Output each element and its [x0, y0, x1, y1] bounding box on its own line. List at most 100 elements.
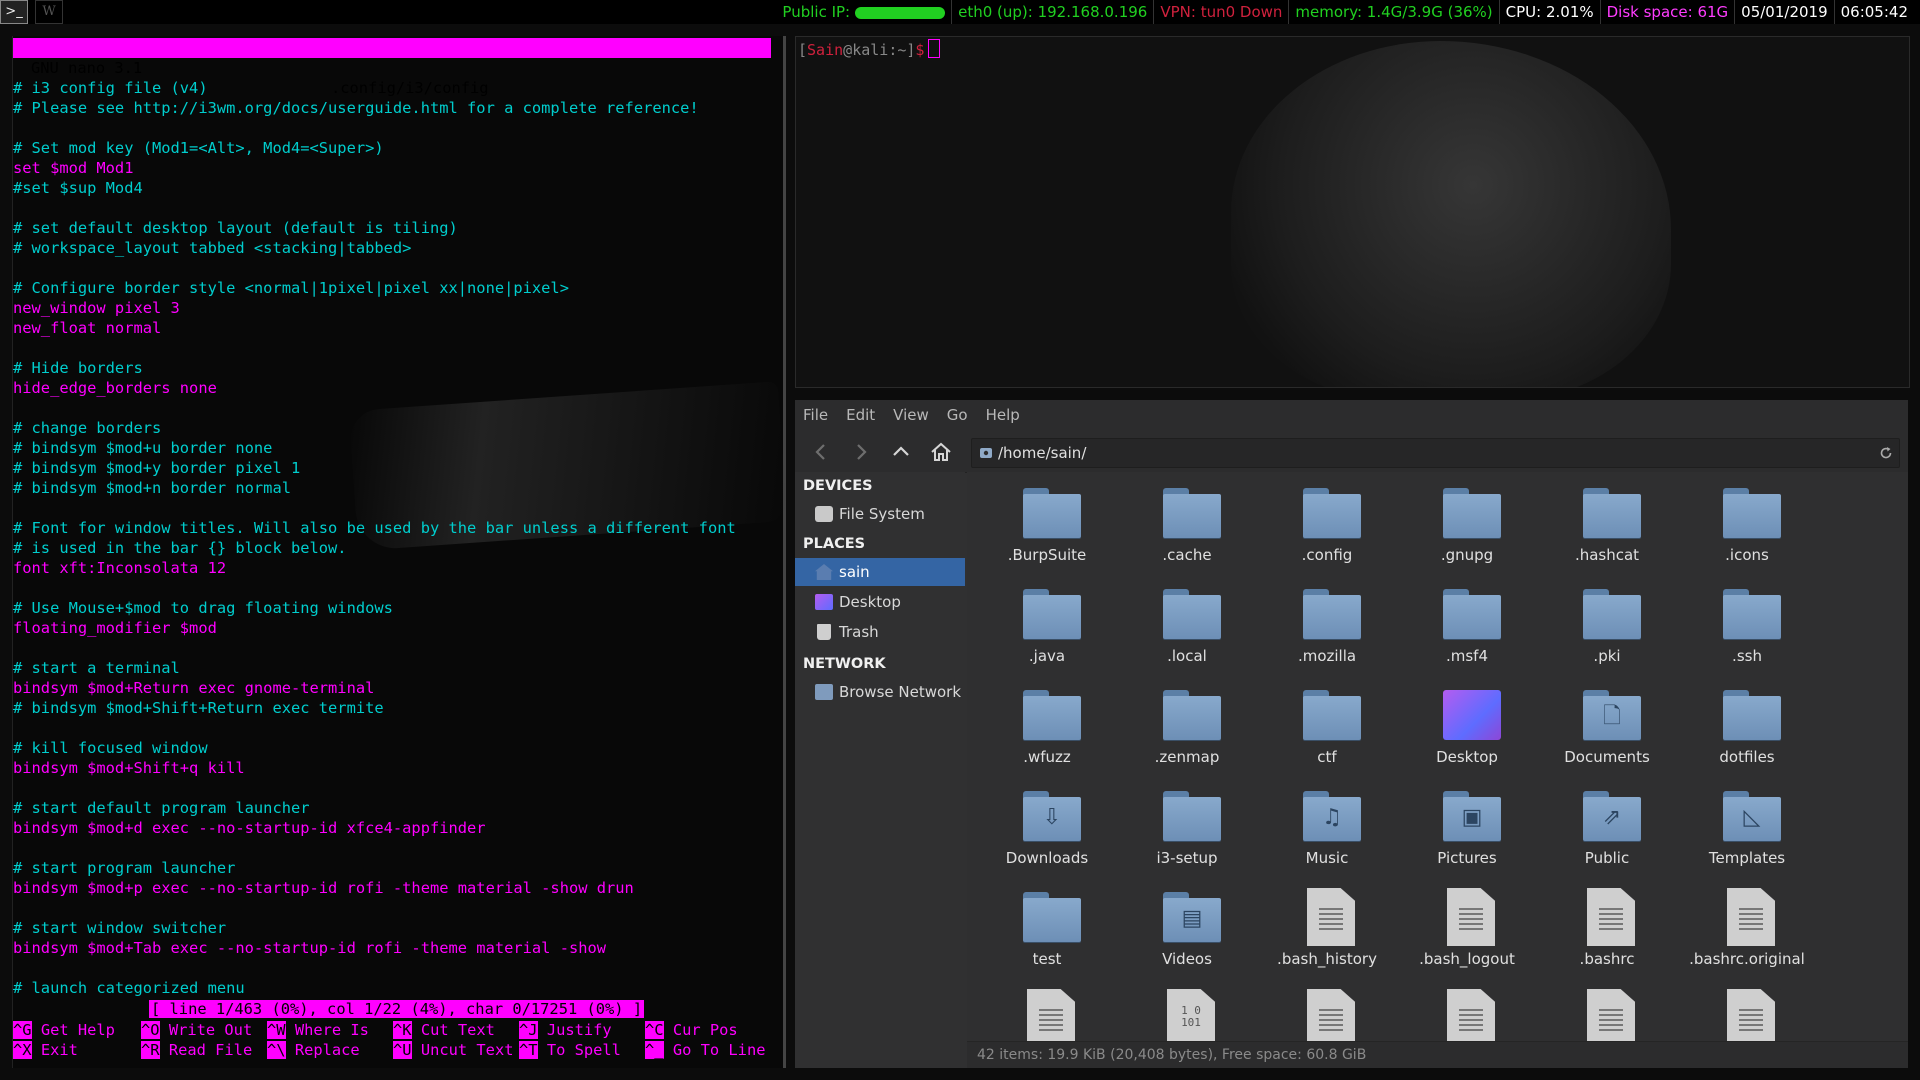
sidebar-item-browse-network[interactable]: Browse Network	[795, 678, 965, 706]
folder-icon: ◺	[1723, 791, 1781, 841]
shortcut-key: ^C	[645, 1021, 664, 1039]
shell-prompt[interactable]: [Sain@kali:~]$	[798, 39, 941, 60]
file-item[interactable]: .wfuzz	[977, 682, 1117, 782]
shortcut-key: ^\	[267, 1041, 286, 1059]
config-line	[13, 198, 783, 218]
nano-shortcut: ^C Cur Pos	[645, 1020, 738, 1040]
sidebar-item-trash[interactable]: Trash	[795, 618, 965, 646]
workspace-button-1[interactable]: >_	[0, 0, 28, 24]
workspace-button-2[interactable]: W	[35, 0, 63, 24]
file-item[interactable]: ctf	[1257, 682, 1397, 782]
config-line: bindsym $mod+Tab exec --no-startup-id ro…	[13, 939, 607, 957]
status-segments: Public IP: eth0 (up): 192.168.0.196 VPN:…	[776, 0, 1914, 24]
menu-edit[interactable]: Edit	[846, 406, 875, 424]
file-item[interactable]: .pki	[1537, 581, 1677, 681]
config-line	[13, 838, 783, 858]
eth0-status: eth0 (up): 192.168.0.196	[951, 0, 1153, 24]
text-file-icon	[1587, 888, 1635, 946]
folder-icon	[1303, 690, 1361, 740]
file-item[interactable]	[977, 985, 1117, 1042]
file-manager-window[interactable]: File Edit View Go Help /home/sain/ DEVICES F…	[795, 400, 1908, 1068]
config-line: # bindsym $mod+n border normal	[13, 479, 291, 497]
menu-file[interactable]: File	[803, 406, 828, 424]
config-line: floating_modifier $mod	[13, 619, 217, 637]
sidebar-item-sain[interactable]: sain	[795, 558, 965, 586]
file-item[interactable]: 1 0 101	[1117, 985, 1257, 1042]
file-item[interactable]	[1397, 985, 1537, 1042]
nano-editor-window[interactable]: GNU nano 3.1 .config/i3/config # i3 conf…	[12, 36, 788, 1068]
folder-icon: ⇩	[1023, 791, 1081, 841]
file-item[interactable]: .BurpSuite	[977, 480, 1117, 580]
file-item[interactable]: dotfiles	[1677, 682, 1817, 782]
file-item[interactable]: .icons	[1677, 480, 1817, 580]
file-item-label: Documents	[1564, 748, 1650, 766]
file-item[interactable]: .ssh	[1677, 581, 1817, 681]
sidebar-item-label: Browse Network	[839, 683, 962, 701]
menu-view[interactable]: View	[893, 406, 929, 424]
file-item[interactable]: i3-setup	[1117, 783, 1257, 883]
config-line: # bindsym $mod+Shift+Return exec termite	[13, 699, 384, 717]
file-item[interactable]: Desktop	[1397, 682, 1537, 782]
text-file-icon	[1027, 989, 1075, 1042]
file-item[interactable]: ⇗ Public	[1537, 783, 1677, 883]
text-file-icon	[1447, 888, 1495, 946]
file-item[interactable]: .config	[1257, 480, 1397, 580]
file-item[interactable]: .msf4	[1397, 581, 1537, 681]
file-item[interactable]	[1257, 985, 1397, 1042]
folder-icon	[1023, 690, 1081, 740]
folder-icon	[1163, 589, 1221, 639]
file-item[interactable]: ▣ Pictures	[1397, 783, 1537, 883]
file-item-label: .pki	[1593, 647, 1621, 665]
forward-arrow-icon[interactable]	[849, 440, 873, 464]
path-bar[interactable]: /home/sain/	[971, 438, 1900, 468]
up-arrow-icon[interactable]	[889, 440, 913, 464]
config-line: # Font for window titles. Will also be u…	[13, 519, 736, 537]
sidebar-item-file-system[interactable]: File System	[795, 500, 965, 528]
shortcut-key: ^T	[519, 1041, 538, 1059]
file-item[interactable]: .bash_logout	[1397, 884, 1537, 984]
file-item-label: .icons	[1725, 546, 1769, 564]
file-item[interactable]	[1537, 985, 1677, 1042]
shortcut-key: ^_	[645, 1041, 664, 1059]
file-item[interactable]: .local	[1117, 581, 1257, 681]
reload-icon[interactable]	[1879, 446, 1893, 460]
nano-text-area[interactable]: # i3 config file (v4) # Please see http:/…	[13, 78, 783, 998]
config-line: # set default desktop layout (default is…	[13, 219, 458, 237]
config-line: # Use Mouse+$mod to drag floating window…	[13, 599, 393, 617]
sidebar-heading-devices: DEVICES	[803, 478, 873, 494]
config-line: bindsym $mod+Return exec gnome-terminal	[13, 679, 375, 697]
file-item[interactable]: .mozilla	[1257, 581, 1397, 681]
file-item[interactable]: .hashcat	[1537, 480, 1677, 580]
file-item[interactable]: .cache	[1117, 480, 1257, 580]
shortcut-label: Cut Text	[411, 1021, 495, 1039]
file-item[interactable]: ♫ Music	[1257, 783, 1397, 883]
file-item[interactable]	[1677, 985, 1817, 1042]
file-item[interactable]: ◺ Templates	[1677, 783, 1817, 883]
config-line: set $mod Mod1	[13, 159, 134, 177]
file-item[interactable]: .java	[977, 581, 1117, 681]
menu-go[interactable]: Go	[947, 406, 968, 424]
file-item-label: .wfuzz	[1023, 748, 1071, 766]
file-item[interactable]: .bash_history	[1257, 884, 1397, 984]
back-arrow-icon[interactable]	[809, 440, 833, 464]
file-item[interactable]: ▤ Videos	[1117, 884, 1257, 984]
file-item[interactable]: .gnupg	[1397, 480, 1537, 580]
file-item[interactable]: 🗋 Documents	[1537, 682, 1677, 782]
shortcut-label: Replace	[285, 1041, 360, 1059]
file-icon-grid[interactable]: .BurpSuite .cache .config .gnupg .hashcat .ic…	[967, 472, 1908, 1042]
file-item[interactable]: test	[977, 884, 1117, 984]
file-item-label: .ssh	[1732, 647, 1762, 665]
shortcut-key: ^W	[267, 1021, 286, 1039]
sidebar-item-desktop[interactable]: Desktop	[795, 588, 965, 616]
file-item[interactable]: .bashrc.original	[1677, 884, 1817, 984]
file-item[interactable]: .zenmap	[1117, 682, 1257, 782]
menu-help[interactable]: Help	[986, 406, 1020, 424]
home-icon[interactable]	[929, 440, 953, 464]
file-item[interactable]: ⇩ Downloads	[977, 783, 1117, 883]
folder-icon	[1303, 589, 1361, 639]
shortcut-key: ^U	[393, 1041, 412, 1059]
terminal-window[interactable]: [Sain@kali:~]$	[795, 36, 1910, 388]
folder-icon	[1023, 589, 1081, 639]
shortcut-key: ^G	[13, 1021, 32, 1039]
file-item[interactable]: .bashrc	[1537, 884, 1677, 984]
